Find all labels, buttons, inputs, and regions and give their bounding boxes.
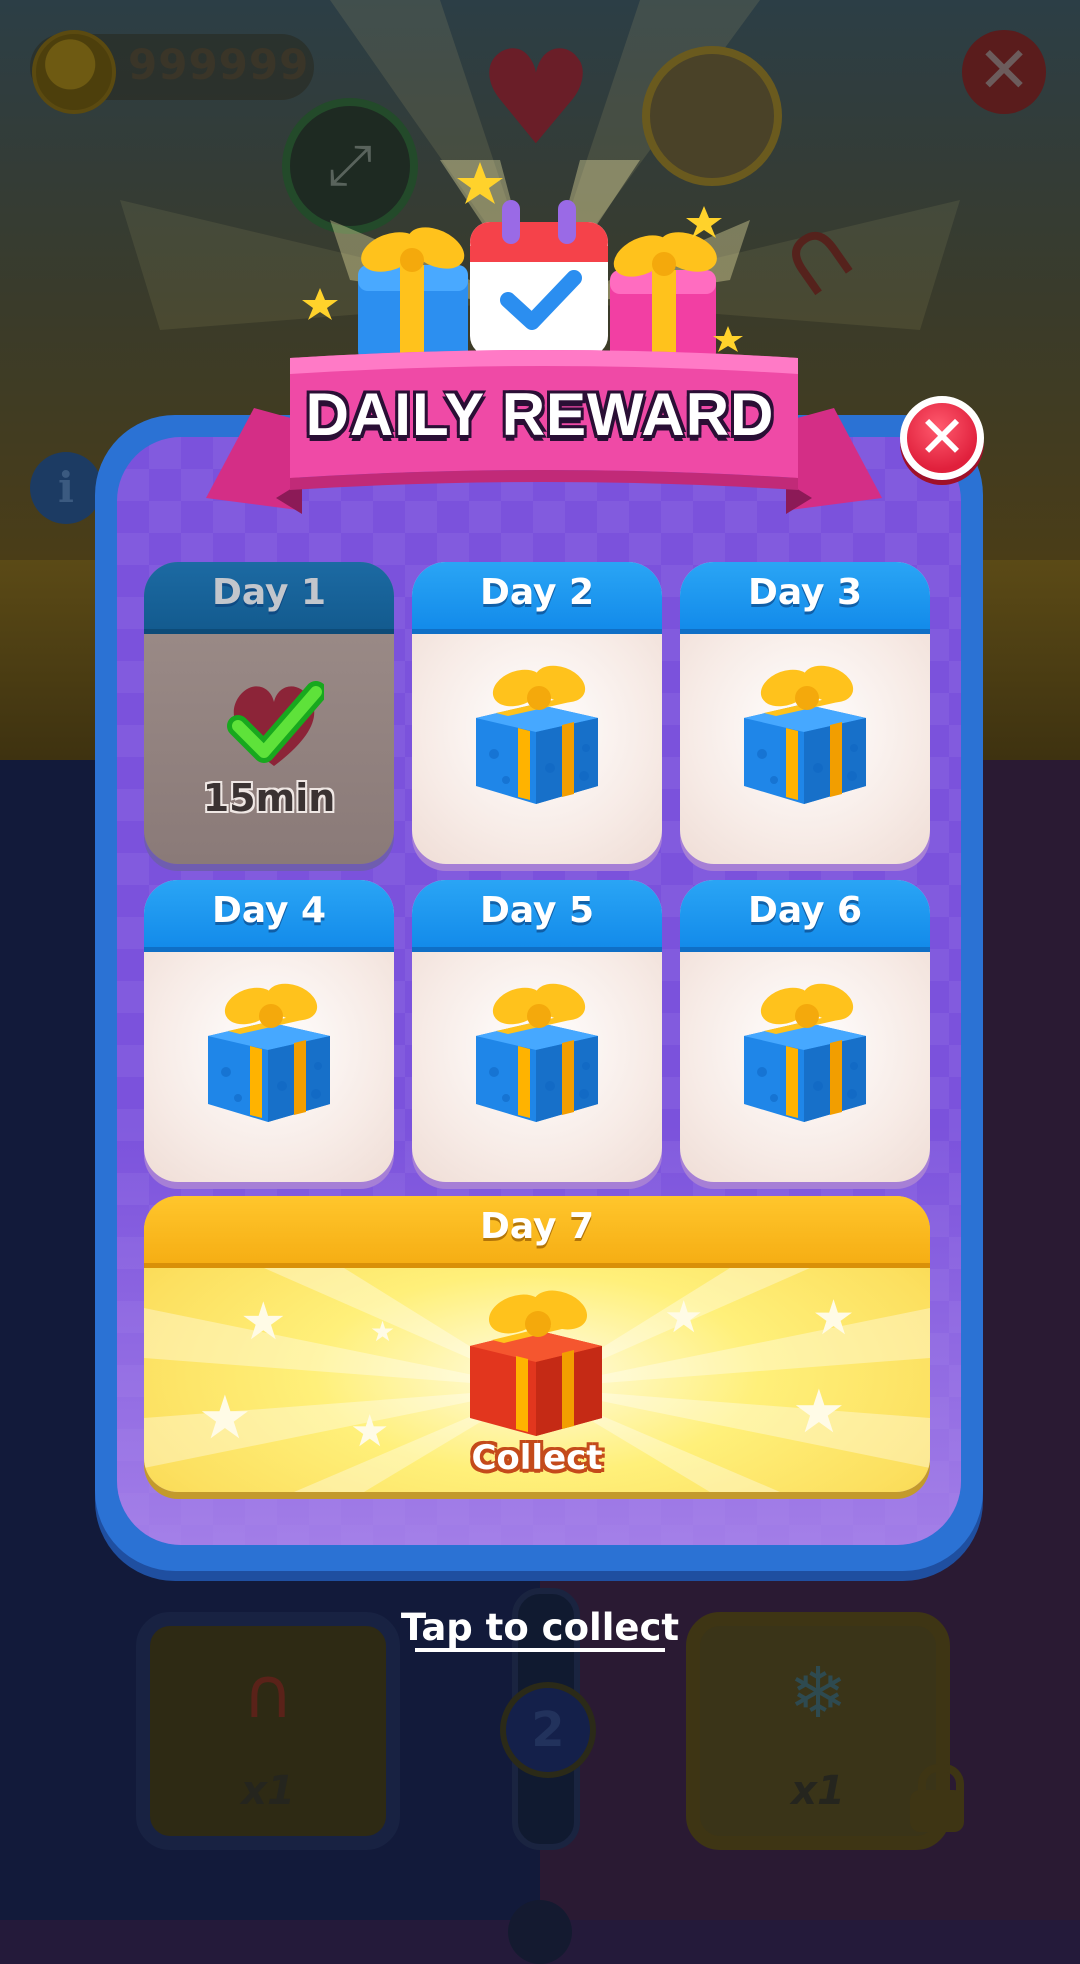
day-3-header: Day 3 [680, 562, 930, 634]
close-icon: ✕ [917, 403, 967, 471]
star-icon: ★ [240, 1292, 287, 1352]
day-5-header: Day 5 [412, 880, 662, 952]
day-7-card[interactable]: Day 7 ★ ★ ★ ★ ★ ★ ★ Collect [144, 1196, 930, 1492]
tap-to-collect-underline [415, 1648, 665, 1652]
day-3-label: Day 3 [747, 572, 863, 613]
background-close-icon: ✕ [962, 30, 1046, 114]
star-icon: ★ [198, 1383, 252, 1453]
star-icon: ★ [664, 1292, 704, 1343]
day-2-card[interactable]: Day 2 [412, 562, 662, 864]
calendar-check-icon [470, 200, 608, 356]
info-icon: i [30, 452, 102, 524]
star-icon: ★ [792, 1377, 846, 1447]
day-7-header: Day 7 [144, 1196, 930, 1268]
day-5-label: Day 5 [479, 890, 595, 931]
star-icon: ★ [370, 1315, 396, 1348]
magnet-booster-count: x1 [241, 1768, 295, 1814]
day-1-header: Day 1 [144, 562, 394, 634]
day-6-card[interactable]: Day 6 [680, 880, 930, 1182]
day-1-card[interactable]: Day 1 15min [144, 562, 394, 864]
gift-icon [198, 976, 340, 1130]
blue-gift-icon [358, 227, 468, 365]
day-4-card[interactable]: Day 4 [144, 880, 394, 1182]
heart-icon [227, 681, 324, 766]
day-5-card[interactable]: Day 5 [412, 880, 662, 1182]
star-icon: ★ [812, 1290, 856, 1346]
snowflake-booster-count: x1 [791, 1768, 845, 1814]
dialog-title: DAILY REWARD [305, 381, 775, 448]
day-1-reward-value: 15min [202, 776, 336, 820]
gift-icon [734, 976, 876, 1130]
gift-icon [470, 1290, 602, 1436]
day-2-label: Day 2 [479, 572, 595, 613]
day-1-label: Day 1 [211, 572, 327, 613]
day-7-label: Day 7 [479, 1206, 595, 1247]
gift-icon [734, 658, 876, 812]
lives-heart-icon: ♥ [477, 22, 595, 174]
day-4-label: Day 4 [211, 890, 327, 931]
day-3-card[interactable]: Day 3 [680, 562, 930, 864]
level-badge: 2 [500, 1682, 596, 1778]
day-4-header: Day 4 [144, 880, 394, 952]
lock-icon [904, 1762, 970, 1832]
coin-icon [32, 30, 116, 114]
coin-balance: 999999 [128, 40, 310, 89]
snowflake-icon: ❄ [788, 1652, 848, 1734]
day-2-header: Day 2 [412, 562, 662, 634]
gift-icon [466, 976, 608, 1130]
header-illustration [302, 160, 750, 366]
magnet-icon: ∩ [242, 1652, 294, 1734]
pink-gift-icon [610, 232, 717, 366]
day-6-label: Day 6 [747, 890, 863, 931]
gift-icon [466, 658, 608, 812]
day-6-header: Day 6 [680, 880, 930, 952]
close-button[interactable]: ✕ [900, 396, 984, 480]
tap-to-collect-link[interactable]: Tap to collect [340, 1606, 740, 1649]
collect-label: Collect [471, 1438, 603, 1478]
bottom-indicator [508, 1900, 572, 1964]
